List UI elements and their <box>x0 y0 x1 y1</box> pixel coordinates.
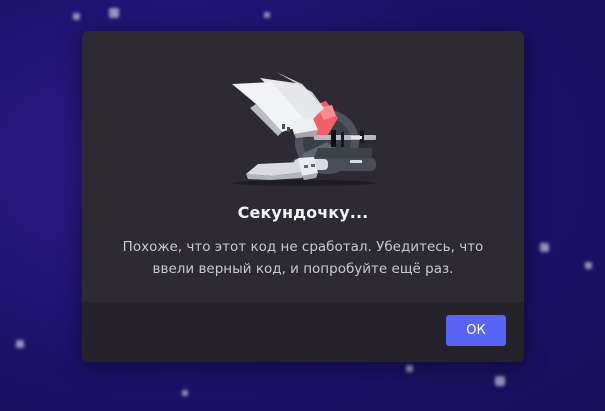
dialog-body: Секундочку... Похоже, что этот код не ср… <box>82 31 524 302</box>
ok-button[interactable]: ОК <box>446 315 506 346</box>
background-sparkle <box>540 243 549 252</box>
dialog-title: Секундочку... <box>237 203 369 222</box>
broken-robot-arm-saw-icon <box>232 72 376 186</box>
background-sparkle <box>406 365 413 372</box>
error-dialog: Секундочку... Похоже, что этот код не ср… <box>82 31 524 362</box>
dialog-message: Похоже, что этот код не сработал. Убедит… <box>122 239 484 277</box>
background-sparkle <box>73 13 80 20</box>
background-sparkle <box>585 262 592 269</box>
background-sparkle <box>109 8 119 18</box>
background-sparkle <box>182 390 188 396</box>
background-sparkle <box>264 12 270 18</box>
dialog-footer: ОК <box>82 302 524 362</box>
background-sparkle <box>495 376 505 386</box>
background-sparkle <box>16 340 24 348</box>
